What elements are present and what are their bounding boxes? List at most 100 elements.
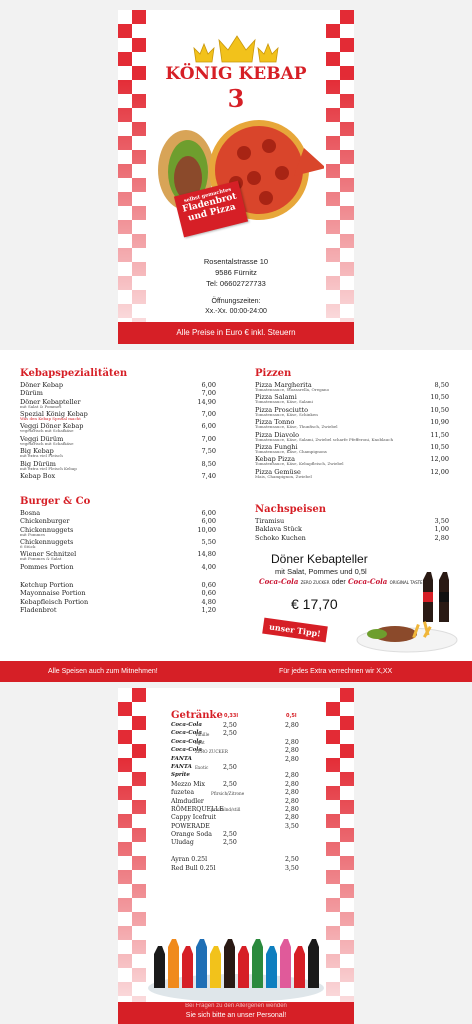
- menu-item-price: 11,50: [430, 430, 449, 439]
- menu-item-description: 6 Stück: [20, 543, 36, 549]
- menu-item-description: vegetarisch mit Schafkäse: [20, 440, 74, 446]
- menu-item-price: 0,60: [201, 589, 216, 598]
- menu-item-price: 10,00: [197, 525, 216, 534]
- menu-item-description: Was den Kebap Spezial macht: [20, 415, 81, 421]
- promo-box: Döner Kebapteller mit Salat, Pommes und …: [255, 550, 465, 660]
- col-small: 0,33l: [224, 713, 239, 719]
- bottle-shape: [168, 939, 179, 988]
- drink-name: Ayran 0.25l: [171, 856, 208, 864]
- dessert-section: Nachspeisen Tiramisu 3,50 Baklava Stück 1,0…: [255, 504, 449, 542]
- bottle-shape: [266, 946, 277, 988]
- menu-item-name: Bosna: [20, 509, 41, 517]
- menu-item-price: 10,90: [430, 418, 449, 427]
- bottle-shape: [294, 946, 305, 988]
- menu-item: Spezial König Kebap 7,00 Was den Kebap Spe…: [20, 410, 216, 422]
- drink-name: Coca-Cola: [171, 722, 202, 728]
- drink-price-large: 2,80: [285, 789, 299, 797]
- drink-price-small: 2,50: [223, 780, 237, 788]
- menu-item-price: 7,00: [201, 409, 216, 418]
- menu-item-description: mit extra viel Fleisch Kebap: [20, 465, 77, 471]
- drink-row: Red Bull 0.25l 3,50: [171, 865, 311, 873]
- drink-name: POWERADE: [171, 822, 210, 830]
- menu-item-description: Tomatensauce, Käse, Salami: [255, 399, 313, 405]
- menu-item-description: vegetarisch mit Schafkäse: [20, 428, 74, 434]
- menu-item: Wiener Schnitzel 14,80 mit Pommes & Salat: [20, 550, 216, 562]
- drink-row: Uludag 2,50: [171, 839, 311, 847]
- menu-item-price: 6,00: [201, 381, 216, 389]
- address-block: Rosentalstrasse 10 9586 Fürnitz Tel: 066…: [118, 256, 354, 289]
- menu-item-description: Tomatensauce, Mozzarella, Oregano: [255, 387, 330, 392]
- drink-price-large: 2,80: [285, 814, 299, 822]
- menu-item-description: Tomatensauce, Käse, Kebapfleisch, Zwiebe…: [255, 461, 344, 467]
- promo-subtitle: mit Salat, Pommes und 0,5l: [275, 567, 367, 576]
- address-city: 9586 Fürnitz: [215, 268, 257, 277]
- drink-row: FANTA Exotic 2,50: [171, 764, 311, 772]
- menu-drinks-page: Getränke 0,33l 0,5l Coca-Cola 2,50 2,80 Coc…: [118, 688, 354, 1024]
- drink-name: Orange Soda: [171, 831, 212, 839]
- drink-price-large: 2,50: [285, 856, 299, 864]
- menu-item-name: Kebap Box: [20, 471, 56, 480]
- drink-note: prickelnd/still: [211, 807, 241, 813]
- section-title-burger: Burger & Co: [20, 496, 91, 507]
- kebab-plate-image: [356, 621, 458, 653]
- drinks-header: Getränke 0,33l 0,5l: [171, 710, 301, 722]
- menu-item-description: Tomatensauce, Käse, Salami, Zwiebel scha…: [255, 436, 394, 442]
- tip-badge: unser Tipp!: [262, 617, 328, 643]
- menu-item: Chickenburger 6,00: [20, 517, 216, 525]
- menu-item: Kebapfleisch Portion 4,80: [20, 598, 216, 606]
- drink-price-small: 2,50: [223, 839, 237, 847]
- menu-item-price: 7,00: [201, 434, 216, 443]
- menu-item: Döner Kebapteller 14,90 mit Salat & Pommes: [20, 398, 216, 410]
- drink-name: FANTA: [171, 755, 192, 762]
- menu-item-name: Mayonnaise Portion: [20, 589, 86, 598]
- menu-item-description: mit Pommes & Salat: [20, 556, 62, 562]
- drink-row: POWERADE 3,50: [171, 823, 311, 831]
- drink-row: Coca-Cola 2,50 2,80: [171, 722, 311, 730]
- menu-item-name: Baklava Stück: [255, 525, 302, 534]
- drink-price-large: 2,80: [285, 722, 299, 729]
- menu-item-price: 10,50: [430, 393, 449, 402]
- drink-row: [171, 848, 311, 856]
- drink-row: RÖMERQUELLE prickelnd/still 2,80: [171, 806, 311, 814]
- drink-name: Cappy Icefruit: [171, 814, 217, 822]
- price-note-bar: Alle Preise in Euro € inkl. Steuern: [118, 322, 354, 344]
- menu-item-price: 7,40: [201, 471, 216, 480]
- drink-price-large: 2,80: [285, 772, 299, 780]
- menu-item: Pizza Prosciutto 10,50 Tomatensauce, Käse,…: [255, 406, 449, 418]
- section-title-drinks: Getränke: [171, 710, 223, 721]
- drink-price-small: 2,50: [223, 730, 237, 738]
- menu-item: Pizza Gemüse 12,00 Mais, Champignon, Zwieb…: [255, 468, 449, 480]
- menu-item-price: 1,20: [201, 605, 216, 614]
- menu-item-price: 6,00: [201, 517, 216, 526]
- menu-item: Chickennuggets 5,50 6 Stück: [20, 538, 216, 550]
- menu-item-price: 8,50: [434, 381, 449, 389]
- menu-item: Kebap Pizza 12,00 Tomatensauce, Käse, Keba…: [255, 455, 449, 467]
- promo-brands: Coca-Cola ZERO ZUCKER oder Coca-Cola ORI…: [259, 577, 423, 586]
- section-title-dessert: Nachspeisen: [255, 504, 327, 515]
- kebab-section: Kebapspezialitäten Döner Kebap 6,00 Dürüm 7…: [20, 368, 216, 480]
- drink-price-large: 2,80: [285, 797, 299, 805]
- menu-item-price: 7,50: [201, 447, 216, 456]
- burger-section: Burger & Co Bosna 6,00 Chickenburger 6,00 Ch…: [20, 496, 216, 614]
- menu-item-name: Ketchup Portion: [20, 581, 74, 590]
- menu-item-price: 4,80: [201, 597, 216, 606]
- drink-price-large: 2,80: [285, 755, 299, 763]
- menu-item-name: Pommes Portion: [20, 562, 74, 571]
- menu-item-name: Tiramisu: [255, 517, 285, 525]
- drink-row: Ayran 0.25l 2,50: [171, 856, 311, 864]
- pizza-section: Pizzen Pizza Margherita 8,50 Tomatensauce,…: [255, 368, 449, 480]
- phone-number: Tel: 06602727733: [206, 279, 266, 288]
- bottle-shape: [308, 939, 319, 988]
- drink-price-small: 2,50: [223, 831, 237, 839]
- section-title-pizza: Pizzen: [255, 368, 292, 379]
- menu-cover-page: KÖNIG KEBAP 3 selbst gemachtes Fladenbro…: [118, 10, 354, 344]
- menu-item: Big Dürüm 8,50 mit extra viel Fleisch Keba…: [20, 460, 216, 472]
- menu-item: Big Kebap 7,50 mit extra viel Fleisch: [20, 447, 216, 459]
- menu-item-price: 8,50: [201, 459, 216, 468]
- menu-item-description: mit Salat & Pommes: [20, 403, 62, 409]
- bottle-shape: [154, 946, 165, 988]
- drink-price-large: 3,50: [285, 864, 299, 872]
- drink-note: Exotic: [195, 765, 209, 771]
- menu-item: Pizza Margherita 8,50 Tomatensauce, Mozzar…: [255, 381, 449, 393]
- drink-note: Pfirsich/Zitrone: [211, 790, 245, 796]
